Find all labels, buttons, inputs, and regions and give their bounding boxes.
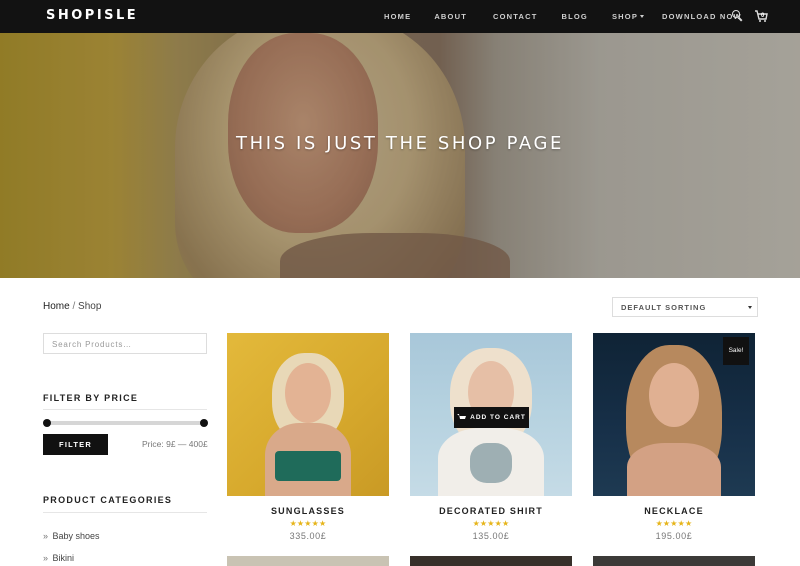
breadcrumb: Home / Shop	[43, 301, 101, 312]
bullet-icon: »	[43, 531, 49, 541]
product-card-decorated-shirt: ADD TO CART DECORATED SHIRT ★★★★★ 135.00…	[410, 333, 572, 541]
category-label: Bikini	[52, 553, 75, 563]
filter-button[interactable]: FILTER	[43, 434, 108, 455]
add-to-cart-label: ADD TO CART	[470, 414, 526, 421]
main-menu: HOME ABOUT CONTACT BLOG SHOP DOWNLOAD NO…	[384, 0, 742, 33]
divider	[43, 512, 207, 513]
cart-icon[interactable]: 0	[754, 9, 768, 23]
category-item-bikini[interactable]: » Bikini	[43, 553, 74, 563]
sort-select-value: DEFAULT SORTING	[621, 303, 707, 312]
product-title[interactable]: NECKLACE	[593, 506, 755, 516]
product-image-head	[285, 363, 331, 423]
search-products-input[interactable]: Search Products…	[43, 333, 207, 354]
nav-contact-link[interactable]: CONTACT	[493, 12, 538, 21]
price-range-label: Price: 9£ — 400£	[142, 439, 208, 449]
hero-title: THIS IS JUST THE SHOP PAGE	[235, 133, 565, 154]
add-to-cart-button[interactable]: ADD TO CART	[454, 407, 529, 428]
price-slider-min-handle[interactable]	[43, 419, 51, 427]
product-categories-title: PRODUCT CATEGORIES	[43, 495, 173, 505]
nav-shop-dropdown[interactable]: SHOP	[611, 12, 645, 21]
product-image-next-row[interactable]	[593, 556, 755, 566]
star-rating-icon: ★★★★★	[655, 519, 693, 528]
nav-about-link[interactable]: ABOUT	[434, 12, 467, 21]
nav-icons: 0	[732, 9, 768, 23]
top-navbar: SHOPISLE HOME ABOUT CONTACT BLOG SHOP DO…	[0, 0, 800, 33]
nav-download-link[interactable]: DOWNLOAD NOW	[662, 12, 742, 21]
product-image-body	[627, 443, 721, 496]
breadcrumb-home-link[interactable]: Home	[43, 301, 70, 312]
breadcrumb-current: Shop	[78, 301, 102, 312]
product-image-top	[275, 451, 341, 481]
product-image-embroidery	[470, 443, 512, 483]
chevron-down-icon	[640, 15, 645, 18]
cart-icon	[457, 414, 467, 419]
cart-count-badge: 0	[761, 13, 765, 19]
product-card-necklace: Sale! NECKLACE ★★★★★ 195.00£	[593, 333, 755, 541]
product-card-sunglasses: SUNGLASSES ★★★★★ 335.00£	[227, 333, 389, 541]
product-price: 335.00£	[289, 531, 327, 541]
category-label: Baby shoes	[52, 531, 100, 541]
product-image[interactable]	[227, 333, 389, 496]
bullet-icon: »	[43, 553, 49, 563]
sale-badge: Sale!	[723, 337, 749, 365]
divider	[43, 409, 207, 410]
search-icon-handle	[738, 17, 743, 22]
brand-logo[interactable]: SHOPISLE	[46, 8, 138, 23]
nav-home-link[interactable]: HOME	[384, 12, 411, 21]
breadcrumb-separator: /	[69, 301, 79, 312]
hero-banner: THIS IS JUST THE SHOP PAGE	[0, 33, 800, 278]
hero-overlay	[0, 33, 800, 278]
search-icon[interactable]	[732, 10, 744, 22]
star-rating-icon: ★★★★★	[472, 519, 510, 528]
product-image-next-row[interactable]	[227, 556, 389, 566]
nav-shop-label: SHOP	[611, 12, 639, 21]
chevron-down-icon	[748, 306, 752, 309]
product-image[interactable]: Sale!	[593, 333, 755, 496]
product-image-head	[649, 363, 699, 427]
product-price: 195.00£	[655, 531, 693, 541]
star-rating-icon: ★★★★★	[289, 519, 327, 528]
product-title[interactable]: DECORATED SHIRT	[410, 506, 572, 516]
product-image-next-row[interactable]	[410, 556, 572, 566]
sort-select[interactable]: DEFAULT SORTING	[612, 297, 758, 317]
product-title[interactable]: SUNGLASSES	[227, 506, 389, 516]
product-image[interactable]: ADD TO CART	[410, 333, 572, 496]
price-slider-range	[47, 421, 204, 425]
filter-by-price-title: FILTER BY PRICE	[43, 393, 139, 403]
price-slider-max-handle[interactable]	[200, 419, 208, 427]
category-item-baby-shoes[interactable]: » Baby shoes	[43, 531, 100, 541]
product-price: 135.00£	[472, 531, 510, 541]
nav-blog-link[interactable]: BLOG	[562, 12, 588, 21]
